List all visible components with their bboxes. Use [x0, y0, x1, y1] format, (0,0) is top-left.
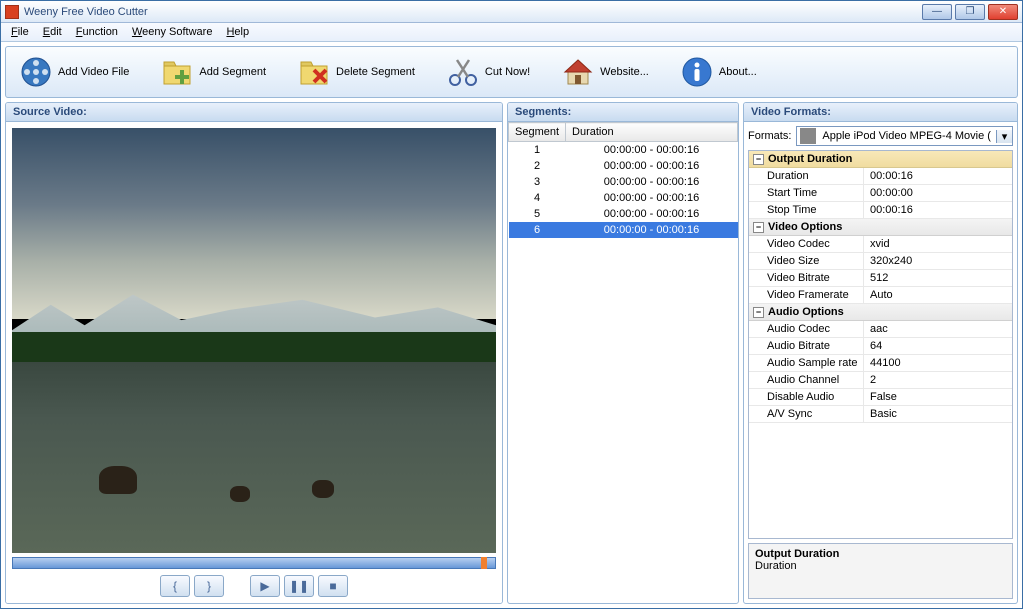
property-grid: −Output Duration Duration00:00:16 Start …	[748, 150, 1013, 539]
add-segment-label: Add Segment	[199, 66, 266, 78]
collapse-icon[interactable]: −	[753, 222, 764, 233]
toolbar: Add Video File Add Segment Delete Segmen…	[5, 46, 1018, 98]
collapse-icon[interactable]: −	[753, 307, 764, 318]
folder-delete-icon	[298, 56, 330, 88]
seek-bar[interactable]	[12, 557, 496, 569]
add-segment-button[interactable]: Add Segment	[155, 53, 272, 91]
prop-av-sync[interactable]: A/V SyncBasic	[749, 406, 1012, 423]
segment-duration: 00:00:00 - 00:00:16	[566, 206, 738, 222]
segments-panel: Segments: Segment Duration 100:00:00 - 0…	[507, 102, 739, 604]
output-duration-category[interactable]: −Output Duration	[749, 151, 1012, 168]
segment-duration: 00:00:00 - 00:00:16	[566, 222, 738, 238]
delete-segment-label: Delete Segment	[336, 66, 415, 78]
seek-position[interactable]	[481, 557, 487, 569]
home-icon	[562, 56, 594, 88]
prop-disable-audio[interactable]: Disable AudioFalse	[749, 389, 1012, 406]
prop-audio-codec[interactable]: Audio Codecaac	[749, 321, 1012, 338]
segment-row[interactable]: 500:00:00 - 00:00:16	[509, 206, 738, 222]
duration-col-header[interactable]: Duration	[566, 123, 738, 142]
segments-table: Segment Duration 100:00:00 - 00:00:16200…	[508, 122, 738, 603]
video-options-category[interactable]: −Video Options	[749, 219, 1012, 236]
folder-add-icon	[161, 56, 193, 88]
prop-audio-bitrate[interactable]: Audio Bitrate64	[749, 338, 1012, 355]
audio-options-category[interactable]: −Audio Options	[749, 304, 1012, 321]
app-icon	[5, 5, 19, 19]
device-icon	[800, 128, 816, 144]
description-text: Duration	[755, 560, 1006, 572]
collapse-icon[interactable]: −	[753, 154, 764, 165]
video-content	[12, 128, 496, 553]
content-area: Source Video: { } ▶ ❚❚	[1, 102, 1022, 608]
menu-help[interactable]: Help	[220, 25, 255, 39]
website-label: Website...	[600, 66, 649, 78]
source-video-header: Source Video:	[6, 103, 502, 122]
segment-duration: 00:00:00 - 00:00:16	[566, 174, 738, 190]
delete-segment-button[interactable]: Delete Segment	[292, 53, 421, 91]
play-button[interactable]: ▶	[250, 575, 280, 597]
prop-audio-channel[interactable]: Audio Channel2	[749, 372, 1012, 389]
format-selected-text: Apple iPod Video MPEG-4 Movie (	[819, 130, 996, 142]
segment-number: 3	[509, 174, 566, 190]
property-description: Output Duration Duration	[748, 543, 1013, 599]
menubar: File Edit Function Weeny Software Help	[1, 23, 1022, 42]
close-button[interactable]: ✕	[988, 4, 1018, 20]
info-icon	[681, 56, 713, 88]
mark-out-button[interactable]: }	[194, 575, 224, 597]
film-reel-icon	[20, 56, 52, 88]
playback-controls: { } ▶ ❚❚ ■	[12, 575, 496, 597]
prop-video-size[interactable]: Video Size320x240	[749, 253, 1012, 270]
prop-video-codec[interactable]: Video Codecxvid	[749, 236, 1012, 253]
segment-number: 6	[509, 222, 566, 238]
video-preview[interactable]	[12, 128, 496, 553]
minimize-button[interactable]: —	[922, 4, 952, 20]
prop-video-bitrate[interactable]: Video Bitrate512	[749, 270, 1012, 287]
mark-in-button[interactable]: {	[160, 575, 190, 597]
segment-duration: 00:00:00 - 00:00:16	[566, 158, 738, 174]
segment-number: 4	[509, 190, 566, 206]
format-select[interactable]: Apple iPod Video MPEG-4 Movie ( ▾	[796, 126, 1013, 146]
cut-now-button[interactable]: Cut Now!	[441, 53, 536, 91]
video-formats-panel: Video Formats: Formats: Apple iPod Video…	[743, 102, 1018, 604]
about-label: About...	[719, 66, 757, 78]
menu-file[interactable]: File	[5, 25, 35, 39]
website-button[interactable]: Website...	[556, 53, 655, 91]
segment-row[interactable]: 200:00:00 - 00:00:16	[509, 158, 738, 174]
prop-video-framerate[interactable]: Video FramerateAuto	[749, 287, 1012, 304]
prop-duration[interactable]: Duration00:00:16	[749, 168, 1012, 185]
add-video-file-label: Add Video File	[58, 66, 129, 78]
scissors-icon	[447, 56, 479, 88]
segment-duration: 00:00:00 - 00:00:16	[566, 142, 738, 159]
segment-row[interactable]: 400:00:00 - 00:00:16	[509, 190, 738, 206]
segment-row[interactable]: 100:00:00 - 00:00:16	[509, 142, 738, 159]
segment-number: 1	[509, 142, 566, 159]
source-video-panel: Source Video: { } ▶ ❚❚	[5, 102, 503, 604]
stop-button[interactable]: ■	[318, 575, 348, 597]
segment-row[interactable]: 300:00:00 - 00:00:16	[509, 174, 738, 190]
segments-header: Segments:	[508, 103, 738, 122]
app-window: Weeny Free Video Cutter — ❐ ✕ File Edit …	[0, 0, 1023, 609]
add-video-file-button[interactable]: Add Video File	[14, 53, 135, 91]
segment-number: 5	[509, 206, 566, 222]
cut-now-label: Cut Now!	[485, 66, 530, 78]
prop-start-time[interactable]: Start Time00:00:00	[749, 185, 1012, 202]
segment-row[interactable]: 600:00:00 - 00:00:16	[509, 222, 738, 238]
menu-edit[interactable]: Edit	[37, 25, 68, 39]
window-title: Weeny Free Video Cutter	[24, 6, 922, 18]
prop-audio-sample-rate[interactable]: Audio Sample rate44100	[749, 355, 1012, 372]
pause-button[interactable]: ❚❚	[284, 575, 314, 597]
segment-duration: 00:00:00 - 00:00:16	[566, 190, 738, 206]
segment-number: 2	[509, 158, 566, 174]
titlebar: Weeny Free Video Cutter — ❐ ✕	[1, 1, 1022, 23]
description-heading: Output Duration	[755, 548, 1006, 560]
format-dropdown-button[interactable]: ▾	[996, 130, 1012, 143]
about-button[interactable]: About...	[675, 53, 763, 91]
prop-stop-time[interactable]: Stop Time00:00:16	[749, 202, 1012, 219]
formats-label: Formats:	[748, 130, 791, 142]
maximize-button[interactable]: ❐	[955, 4, 985, 20]
menu-function[interactable]: Function	[70, 25, 124, 39]
segment-col-header[interactable]: Segment	[509, 123, 566, 142]
menu-weeny-software[interactable]: Weeny Software	[126, 25, 219, 39]
video-formats-header: Video Formats:	[744, 103, 1017, 122]
